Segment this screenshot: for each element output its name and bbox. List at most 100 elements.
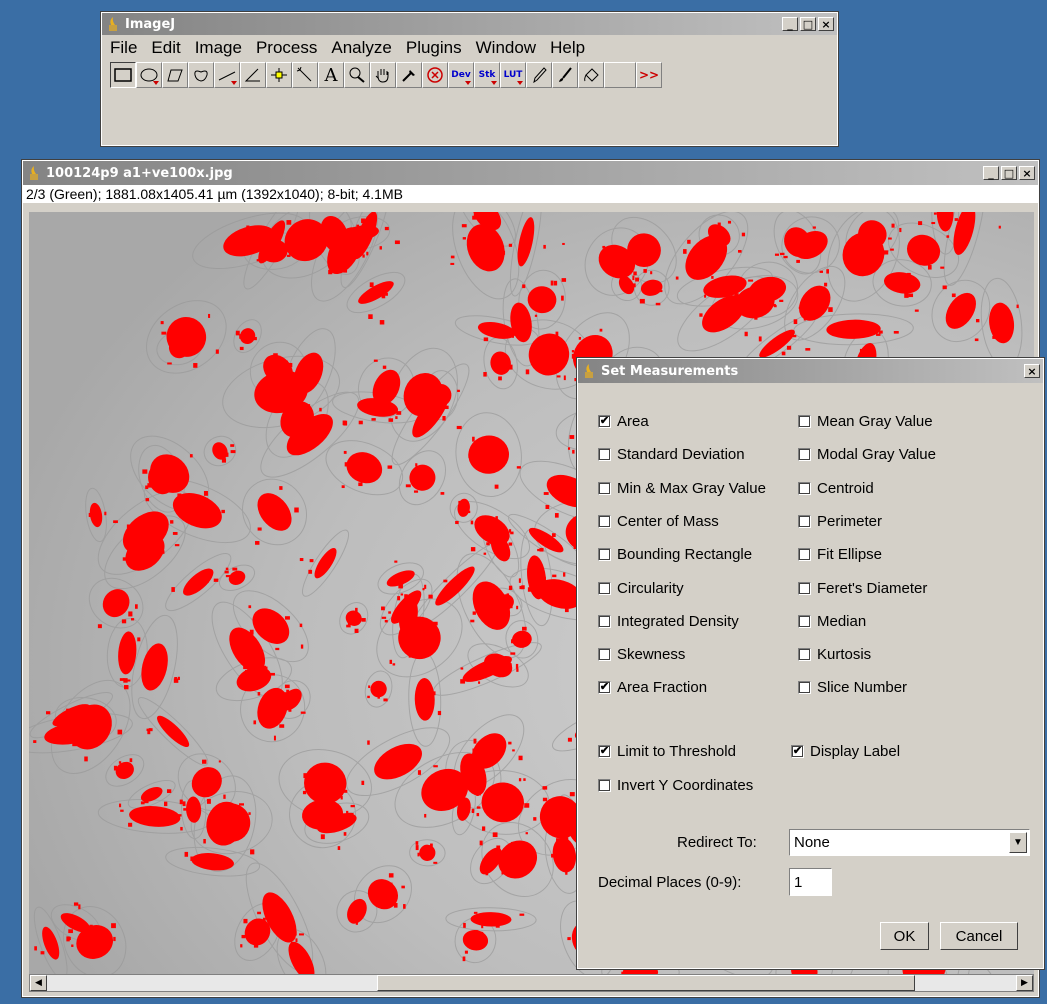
brush-tool-icon[interactable]: [552, 62, 578, 88]
checkbox-box[interactable]: [598, 481, 611, 495]
point-tool-icon[interactable]: [266, 62, 292, 88]
pencil-tool-icon[interactable]: [526, 62, 552, 88]
checkbox-box[interactable]: ✔: [598, 681, 611, 695]
checkbox-box[interactable]: [798, 681, 811, 695]
checkbox-box[interactable]: [598, 548, 611, 562]
limit-to-threshold-checkbox[interactable]: ✔ Limit to Threshold: [598, 743, 736, 760]
checkbox-box[interactable]: [798, 514, 811, 528]
color-picker-icon[interactable]: [396, 62, 422, 88]
chevron-down-icon[interactable]: ▼: [1009, 832, 1027, 853]
close-button[interactable]: ×: [818, 17, 834, 31]
threshold-speck: [413, 490, 419, 493]
invert-y-checkbox[interactable]: Invert Y Coordinates: [598, 777, 753, 794]
checkbox-box[interactable]: [598, 514, 611, 528]
center-of-mass-checkbox[interactable]: Center of Mass: [598, 513, 719, 530]
checkbox-box[interactable]: [798, 415, 811, 428]
menu-process[interactable]: Process: [256, 38, 317, 58]
menu-help[interactable]: Help: [550, 38, 585, 58]
dev-tool-icon[interactable]: Dev: [448, 62, 474, 88]
mean-gray-value-checkbox[interactable]: Mean Gray Value: [798, 413, 933, 430]
perimeter-checkbox[interactable]: Perimeter: [798, 513, 882, 530]
threshold-speck: [381, 616, 387, 619]
maximize-button[interactable]: □: [1001, 166, 1017, 180]
checkbox-box[interactable]: [798, 448, 811, 462]
menu-analyze[interactable]: Analyze: [331, 38, 391, 58]
checkbox-box[interactable]: ✔: [598, 745, 611, 758]
menu-file[interactable]: File: [110, 38, 137, 58]
checkbox-label: Mean Gray Value: [817, 413, 933, 430]
stop-icon[interactable]: [422, 62, 448, 88]
fit-ellipse-checkbox[interactable]: Fit Ellipse: [798, 546, 882, 563]
menu-image[interactable]: Image: [195, 38, 242, 58]
close-button[interactable]: ×: [1019, 166, 1035, 180]
checkbox-box[interactable]: [798, 648, 811, 662]
modal-gray-value-checkbox[interactable]: Modal Gray Value: [798, 446, 936, 463]
checkbox-box[interactable]: [598, 581, 611, 595]
threshold-speck: [826, 269, 829, 274]
oval-tool-icon[interactable]: [136, 62, 162, 88]
scroll-left-button[interactable]: ◀: [30, 975, 47, 991]
flood-fill-tool-icon[interactable]: [578, 62, 604, 88]
standard-deviation-checkbox[interactable]: Standard Deviation: [598, 446, 745, 463]
angle-tool-icon[interactable]: [240, 62, 266, 88]
magnifier-tool-icon[interactable]: [344, 62, 370, 88]
threshold-speck: [567, 737, 572, 742]
checkbox-box[interactable]: [798, 481, 811, 495]
area-fraction-checkbox[interactable]: ✔ Area Fraction: [598, 679, 707, 696]
polygon-tool-icon[interactable]: [162, 62, 188, 88]
threshold-speck: [84, 927, 88, 930]
rectangle-tool-icon[interactable]: [110, 62, 136, 88]
minimize-button[interactable]: _: [782, 17, 798, 31]
lut-tool-icon[interactable]: LUT: [500, 62, 526, 88]
area-checkbox[interactable]: ✔ Area: [598, 413, 649, 430]
checkbox-box[interactable]: [598, 614, 611, 628]
more-tools-icon[interactable]: >>: [636, 62, 662, 88]
line-tool-icon[interactable]: [214, 62, 240, 88]
ok-button[interactable]: OK: [880, 922, 929, 950]
feret-s-diameter-checkbox[interactable]: Feret's Diameter: [798, 580, 927, 597]
text-tool-icon[interactable]: A: [318, 62, 344, 88]
cancel-button[interactable]: Cancel: [940, 922, 1018, 950]
min-max-gray-value-checkbox[interactable]: Min & Max Gray Value: [598, 480, 766, 497]
checkbox-box[interactable]: [598, 648, 611, 662]
dialog-titlebar[interactable]: Set Measurements ×: [578, 359, 1043, 383]
menu-edit[interactable]: Edit: [151, 38, 180, 58]
checkbox-box[interactable]: [798, 548, 811, 562]
threshold-speck: [460, 513, 464, 516]
bounding-rectangle-checkbox[interactable]: Bounding Rectangle: [598, 546, 752, 563]
threshold-speck: [337, 846, 341, 850]
threshold-speck: [513, 641, 517, 644]
checkbox-box[interactable]: ✔: [791, 745, 804, 758]
centroid-checkbox[interactable]: Centroid: [798, 480, 874, 497]
wand-tool-icon[interactable]: [292, 62, 318, 88]
scroll-thumb[interactable]: [377, 975, 915, 991]
checkbox-box[interactable]: [598, 448, 611, 462]
stk-tool-icon[interactable]: Stk: [474, 62, 500, 88]
threshold-speck: [533, 817, 537, 821]
kurtosis-checkbox[interactable]: Kurtosis: [798, 646, 871, 663]
checkbox-box[interactable]: [598, 779, 611, 792]
menu-window[interactable]: Window: [476, 38, 536, 58]
scroll-tool-icon[interactable]: [370, 62, 396, 88]
skewness-checkbox[interactable]: Skewness: [598, 646, 685, 663]
threshold-speck: [190, 856, 194, 861]
median-checkbox[interactable]: Median: [798, 613, 866, 630]
redirect-select[interactable]: None ▼: [789, 829, 1030, 856]
freehand-tool-icon[interactable]: [188, 62, 214, 88]
imagej-titlebar[interactable]: ImageJ _ □ ×: [102, 13, 837, 35]
menu-plugins[interactable]: Plugins: [406, 38, 462, 58]
horizontal-scrollbar[interactable]: ◀ ▶: [29, 974, 1034, 992]
maximize-button[interactable]: □: [800, 17, 816, 31]
scroll-right-button[interactable]: ▶: [1016, 975, 1033, 991]
decimal-places-input[interactable]: 1: [789, 868, 832, 896]
slice-number-checkbox[interactable]: Slice Number: [798, 679, 907, 696]
circularity-checkbox[interactable]: Circularity: [598, 580, 684, 597]
checkbox-box[interactable]: ✔: [598, 415, 611, 428]
checkbox-box[interactable]: [798, 614, 811, 628]
minimize-button[interactable]: _: [983, 166, 999, 180]
integrated-density-checkbox[interactable]: Integrated Density: [598, 613, 739, 630]
image-titlebar[interactable]: 100124p9 a1+ve100x.jpg _ □ ×: [23, 161, 1038, 185]
close-button[interactable]: ×: [1024, 364, 1040, 378]
display-label-checkbox[interactable]: ✔ Display Label: [791, 743, 900, 760]
checkbox-box[interactable]: [798, 581, 811, 595]
